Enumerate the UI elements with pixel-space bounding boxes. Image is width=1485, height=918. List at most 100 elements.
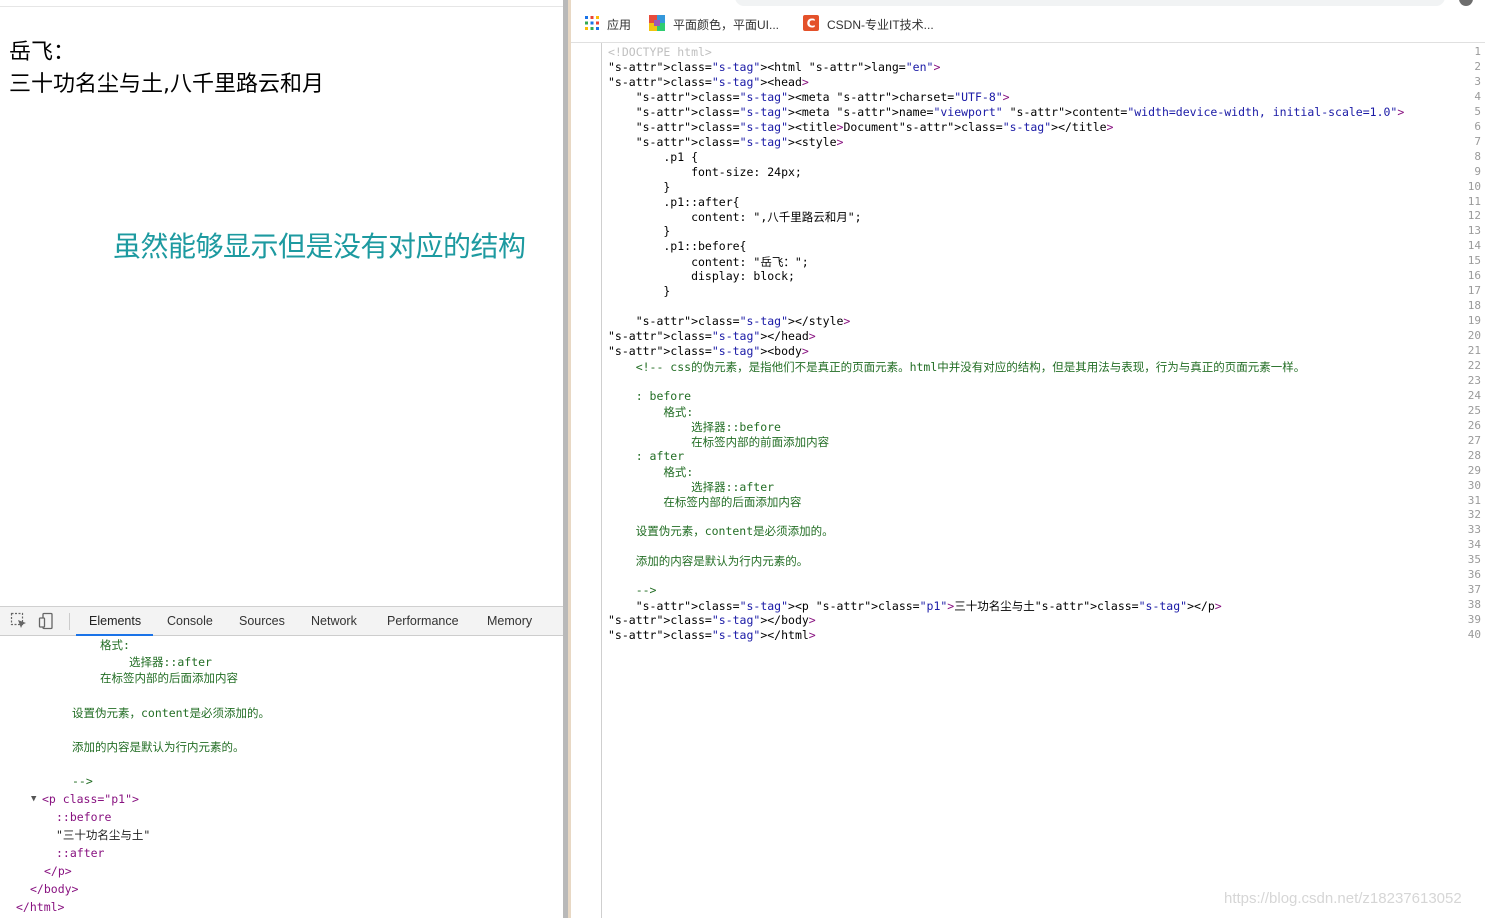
source-line: "s-attr">class="s-tag"><meta "s-attr">ch… [635,89,1010,104]
tab-console[interactable]: Console [167,607,213,636]
source-line: --> [608,583,657,598]
tab-sources[interactable]: Sources [239,607,285,636]
source-line: "s-attr">class="s-tag"><title>Document"s… [635,119,1114,134]
pane-top-border [0,6,563,7]
source-line: "s-attr">class="s-tag"><p "s-attr">class… [635,599,1222,614]
line-number: 16 [1467,269,1481,283]
line-number: 34 [1467,538,1481,552]
source-line: content: "岳飞："; [608,255,809,270]
tab-performance[interactable]: Performance [387,607,459,636]
source-line: "s-attr">class="s-tag"></html> [608,628,816,643]
source-line: <!-- css的伪元素，是指他们不是真正的页面元素。html中并没有对应的结构… [608,359,1306,374]
profile-avatar[interactable] [1459,0,1473,6]
line-number: 38 [1467,598,1481,612]
bookmark-flat-ui-colors[interactable]: 平面颜色，平面UI... [649,14,779,34]
line-number: 2 [1474,59,1481,73]
dom-node-p[interactable]: <p class="p1"> [42,792,139,806]
source-line: "s-attr">class="s-tag"><meta "s-attr">na… [635,104,1405,119]
source-line: : before [608,388,692,403]
bookmark-label: 平面颜色，平面UI... [673,17,780,32]
source-line: "s-attr">class="s-tag"><style> [635,134,844,149]
line-number: 40 [1467,628,1481,642]
device-toolbar-icon[interactable] [38,612,56,630]
dom-close-html[interactable]: </html> [16,900,64,914]
source-line: 选择器::after [608,479,775,494]
source-line: 选择器::before [608,419,781,434]
toolbar-separator [69,613,70,630]
line-number: 15 [1467,254,1481,268]
bookmarks-bar: 应用 平面颜色，平面UI... C CSDN-专业IT技术... [571,0,1485,43]
line-number: 5 [1474,104,1481,118]
inspect-element-icon[interactable] [10,612,28,630]
source-line: content: ",八千里路云和月"; [608,210,862,225]
source-line: : after [608,448,685,463]
line-number: 18 [1467,299,1481,313]
p1-before-content: 岳飞： [9,40,76,65]
bookmark-csdn[interactable]: C CSDN-专业IT技术... [803,14,934,34]
active-tab-indicator [76,634,153,636]
bookmark-apps[interactable]: 应用 [585,14,631,34]
dom-pseudo-before[interactable]: ::before [56,810,111,824]
source-line: .p1::after{ [608,194,740,209]
source-line: <!DOCTYPE html> [608,45,712,59]
line-number: 21 [1467,344,1481,357]
source-line: 格式: [608,464,694,479]
line-number-gutter [571,43,602,918]
view-source-window: 应用 平面颜色，平面UI... C CSDN-专业IT技术... <!DOCTY… [571,0,1485,918]
watermark: https://blog.csdn.net/z18237613052 [1224,890,1462,907]
line-number: 37 [1467,583,1481,597]
line-number: 9 [1474,164,1481,178]
source-line: "s-attr">class="s-tag"><html "s-attr">la… [608,59,941,74]
dom-comment-line: 选择器::after [129,655,212,669]
csdn-icon: C [803,14,819,34]
source-line: } [608,224,671,239]
tab-network[interactable]: Network [311,607,357,636]
line-number: 4 [1474,89,1481,103]
source-line: "s-attr">class="s-tag"><body> [608,344,809,358]
line-number: 28 [1467,448,1481,462]
dom-close-body[interactable]: </body> [30,882,78,896]
line-number: 32 [1467,508,1481,522]
source-line: font-size: 24px; [608,164,802,179]
line-number: 19 [1467,314,1481,328]
dom-close-p[interactable]: </p> [44,864,72,878]
source-line: 设置伪元素，content是必须添加的。 [608,524,834,539]
source-line: 在标签内部的前面添加内容 [608,434,830,449]
window-divider[interactable] [563,0,571,918]
line-number: 31 [1467,493,1481,507]
line-number: 29 [1467,463,1481,477]
line-number: 20 [1467,329,1481,343]
source-line: } [608,284,671,299]
line-number: 35 [1467,553,1481,567]
line-number: 22 [1467,358,1481,372]
line-number: 10 [1467,179,1481,193]
line-number: 6 [1474,119,1481,133]
bookmark-label: 应用 [607,17,632,32]
tab-memory[interactable]: Memory [487,607,532,636]
line-number: 7 [1474,134,1481,148]
dom-pseudo-after[interactable]: ::after [56,846,104,860]
source-line: .p1 { [608,149,699,164]
source-line: "s-attr">class="s-tag"></style> [635,314,851,329]
line-number: 17 [1467,284,1481,298]
tab-elements[interactable]: Elements [89,607,141,636]
source-line: .p1::before{ [608,239,747,254]
expand-triangle-icon[interactable]: ▼ [31,794,36,804]
line-number: 14 [1467,239,1481,253]
line-number: 26 [1467,418,1481,432]
line-number: 30 [1467,478,1481,492]
dom-text-node[interactable]: "三十功名尘与土" [56,827,150,843]
source-line: } [608,179,671,194]
line-number: 33 [1467,523,1481,537]
source-line: display: block; [608,269,795,284]
devtools-toolbar: Elements Console Sources Network Perform… [0,607,563,636]
apps-grid-icon [585,15,599,33]
line-number: 1 [1474,45,1481,58]
annotation-text: 虽然能够显示但是没有对应的结构 [113,230,526,263]
svg-text:C: C [807,16,816,30]
dom-comment-line: 添加的内容是默认为行内元素的。 [72,740,245,754]
source-line: "s-attr">class="s-tag"><head> [608,74,809,89]
address-bar[interactable] [735,0,1445,6]
source-line: 在标签内部的后面添加内容 [608,494,802,509]
source-line: 添加的内容是默认为行内元素的。 [608,554,809,569]
